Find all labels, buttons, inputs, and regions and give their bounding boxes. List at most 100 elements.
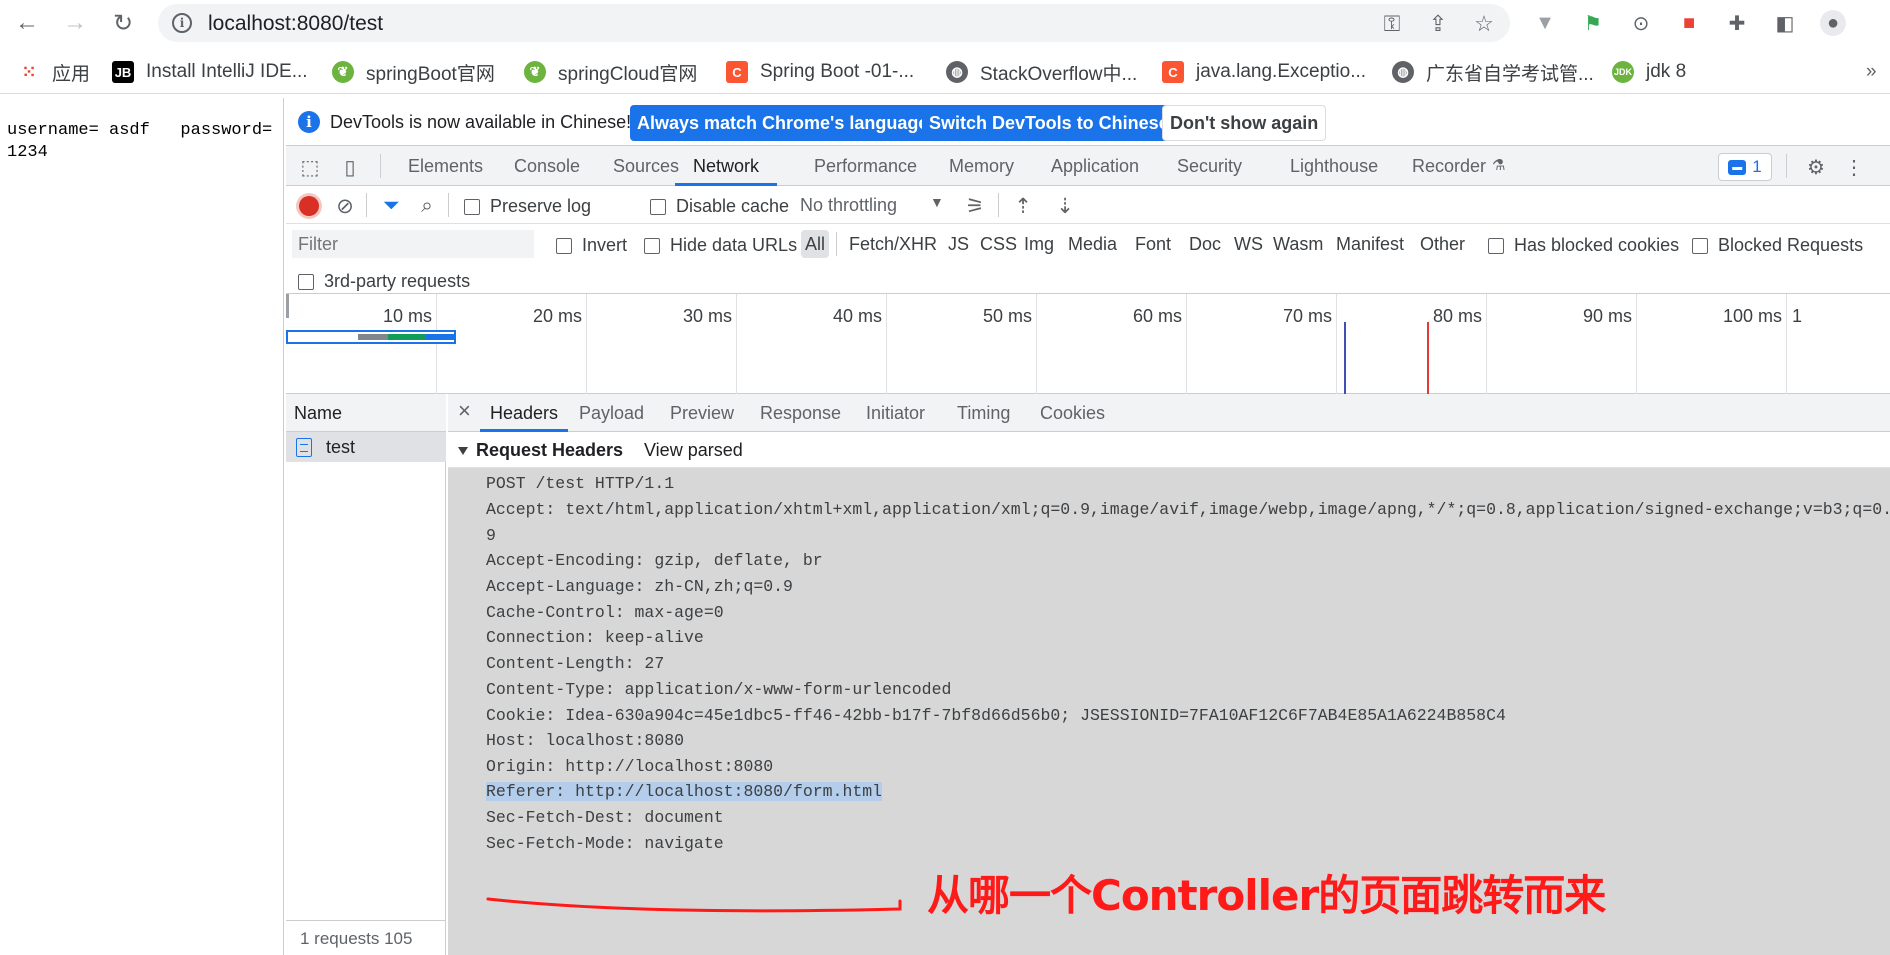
disable-cache-checkbox[interactable]: Disable cache [650, 196, 789, 217]
close-icon[interactable]: × [458, 398, 471, 424]
import-har-upload-icon[interactable]: ⇡ [1010, 193, 1036, 219]
tab-headers[interactable]: Headers [480, 394, 569, 432]
filter-type-js[interactable]: JS [944, 230, 973, 258]
bookmark-stackoverflow[interactable]: ◍ StackOverflow中... [946, 58, 1137, 86]
name-column-header[interactable]: Name [286, 394, 446, 432]
device-toolbar-icon[interactable]: ▯ [338, 155, 362, 179]
tab-network[interactable]: Network [675, 146, 778, 186]
tab-application[interactable]: Application [1051, 146, 1139, 186]
filter-type-fetch-xhr[interactable]: Fetch/XHR [845, 230, 941, 258]
throttling-select[interactable]: No throttling [800, 195, 897, 216]
load-event-marker [1427, 322, 1429, 394]
preserve-log-checkbox[interactable]: Preserve log [464, 196, 591, 217]
always-match-language-button[interactable]: Always match Chrome's language [630, 105, 936, 141]
address-bar[interactable]: i localhost:8080/test ⚿ ⇪ ☆ [158, 4, 1510, 42]
bookmark-intellij[interactable]: JB Install IntelliJ IDE... [112, 58, 308, 86]
filter-type-media[interactable]: Media [1064, 230, 1121, 258]
filter-type-img[interactable]: Img [1020, 230, 1058, 258]
tab-memory[interactable]: Memory [949, 146, 1014, 186]
view-parsed-link[interactable]: View parsed [644, 440, 743, 461]
tab-console[interactable]: Console [514, 146, 580, 186]
timeline-gridline [1636, 294, 1637, 394]
tab-security[interactable]: Security [1177, 146, 1242, 186]
key-icon[interactable]: ⚿ [1380, 11, 1404, 36]
export-har-download-icon[interactable]: ⇣ [1052, 193, 1078, 219]
request-row[interactable]: test [286, 432, 446, 462]
filter-input[interactable] [292, 230, 534, 258]
dont-show-again-button[interactable]: Don't show again [1162, 105, 1327, 141]
inspect-element-icon[interactable]: ⬚ [298, 155, 322, 179]
tab-elements[interactable]: Elements [408, 146, 483, 186]
has-blocked-cookies-checkbox[interactable]: Has blocked cookies [1488, 235, 1679, 256]
tab-initiator[interactable]: Initiator [866, 394, 925, 432]
third-party-requests-checkbox[interactable]: 3rd-party requests [298, 271, 470, 292]
tab-recorder[interactable]: Recorder [1412, 146, 1486, 186]
vue-devtools-icon[interactable]: ▼ [1532, 10, 1558, 36]
tab-response[interactable]: Response [760, 394, 841, 432]
chevron-down-icon[interactable]: ▼ [930, 194, 944, 210]
bookmark-java-exception[interactable]: C java.lang.Exceptio... [1162, 58, 1366, 86]
tab-cookies[interactable]: Cookies [1040, 394, 1105, 432]
browser-toolbar: ← → ↻ i localhost:8080/test ⚿ ⇪ ☆ ▼ ⚑ ⊙ … [0, 0, 1890, 46]
bookmark-jdk8[interactable]: JDK jdk 8 [1612, 58, 1686, 86]
bookmark-apps[interactable]: ⁙ 应用 [18, 58, 90, 86]
bookmark-star-icon[interactable]: ☆ [1472, 11, 1496, 36]
header-line: Accept-Language: zh-CN,zh;q=0.9 [486, 577, 793, 596]
bookmark-springboot-01[interactable]: C Spring Boot -01-... [726, 58, 914, 86]
settings-gear-icon[interactable]: ⚙ [1804, 155, 1828, 179]
forward-arrow-icon[interactable]: → [60, 8, 90, 38]
tab-lighthouse[interactable]: Lighthouse [1290, 146, 1378, 186]
hide-data-urls-checkbox[interactable]: Hide data URLs [644, 235, 797, 256]
timeline-gridline [886, 294, 887, 394]
back-arrow-icon[interactable]: ← [12, 8, 42, 38]
timeline-gridline [1336, 294, 1337, 394]
filter-type-other[interactable]: Other [1416, 230, 1469, 258]
extension-code-icon[interactable]: ⊙ [1628, 10, 1654, 36]
profile-avatar-icon[interactable]: ● [1820, 10, 1846, 36]
share-icon[interactable]: ⇪ [1426, 11, 1450, 36]
blocked-requests-checkbox[interactable]: Blocked Requests [1692, 235, 1863, 256]
tab-sources[interactable]: Sources [613, 146, 679, 186]
reload-icon[interactable]: ↻ [108, 8, 138, 38]
address-url[interactable]: localhost:8080/test [208, 12, 383, 36]
bookmark-guangdong-exam[interactable]: ◍ 广东省自学考试管... [1392, 58, 1594, 86]
devtools-language-infobar: i DevTools is now available in Chinese! … [286, 98, 1890, 146]
site-info-icon[interactable]: i [172, 13, 192, 33]
spring-leaf-icon: ❦ [332, 61, 354, 83]
tab-performance[interactable]: Performance [814, 146, 917, 186]
filter-type-wasm[interactable]: Wasm [1269, 230, 1327, 258]
timeline-tick-label: 50 ms [982, 306, 1032, 326]
filter-type-doc[interactable]: Doc [1185, 230, 1225, 258]
csdn-icon: C [1162, 61, 1184, 83]
switch-to-chinese-button[interactable]: Switch DevTools to Chinese [922, 105, 1176, 141]
filter-type-manifest[interactable]: Manifest [1332, 230, 1408, 258]
filter-type-ws[interactable]: WS [1230, 230, 1267, 258]
header-line: Accept-Encoding: gzip, deflate, br [486, 551, 823, 570]
bookmark-springboot[interactable]: ❦ springBoot官网 [332, 58, 495, 86]
more-options-icon[interactable]: ⋮ [1842, 155, 1866, 179]
header-line: Accept: text/html,application/xhtml+xml,… [486, 500, 1890, 519]
network-conditions-wifi-icon[interactable]: ⚞ [962, 193, 988, 219]
tab-preview[interactable]: Preview [670, 394, 734, 432]
timeline-gridline [1036, 294, 1037, 394]
extension-red-icon[interactable]: ■ [1676, 10, 1702, 36]
tab-payload[interactable]: Payload [579, 394, 644, 432]
bookmark-springcloud[interactable]: ❦ springCloud官网 [524, 58, 697, 86]
tab-timing[interactable]: Timing [957, 394, 1010, 432]
bookmarks-overflow-icon[interactable]: » [1866, 58, 1877, 86]
extension-flag-icon[interactable]: ⚑ [1580, 10, 1606, 36]
header-line-referer-selected[interactable]: Referer: http://localhost:8080/form.html [486, 782, 883, 801]
filter-type-all[interactable]: All [801, 230, 830, 258]
issues-badge[interactable]: ▬ 1 [1718, 153, 1772, 181]
filter-type-css[interactable]: CSS [976, 230, 1021, 258]
record-button[interactable] [296, 193, 322, 219]
network-overview-timeline[interactable]: 10 ms 20 ms 30 ms 40 ms 50 ms 60 ms 70 m… [286, 294, 1890, 394]
side-panel-icon[interactable]: ◧ [1772, 10, 1798, 36]
request-headers-toggle[interactable]: Request Headers [458, 440, 623, 461]
invert-checkbox[interactable]: Invert [556, 235, 627, 256]
extensions-puzzle-icon[interactable]: ✚ [1724, 10, 1750, 36]
clear-icon[interactable]: ⊘ [332, 193, 358, 219]
filter-type-font[interactable]: Font [1131, 230, 1175, 258]
filter-funnel-icon[interactable]: ⏷ [378, 193, 404, 219]
search-icon[interactable]: ⌕ [414, 193, 440, 219]
